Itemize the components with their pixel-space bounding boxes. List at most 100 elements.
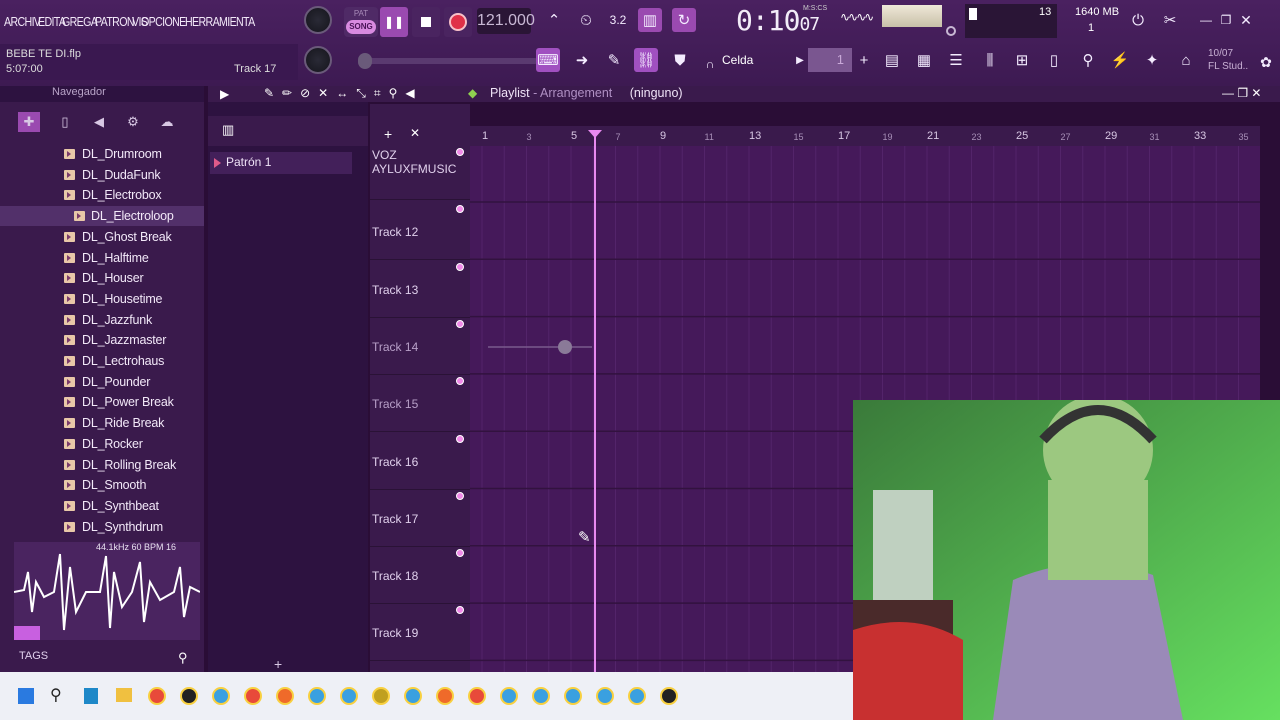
taskbar-app-icon[interactable]	[404, 687, 422, 705]
pattern-item[interactable]: Patrón 1	[210, 152, 352, 174]
search-icon[interactable]: ⚲	[178, 650, 194, 666]
add-pattern-plus-icon[interactable]: +	[274, 656, 282, 672]
taskbar-app-icon[interactable]	[372, 687, 390, 705]
task-view-icon[interactable]	[84, 688, 98, 704]
files-tab-icon[interactable]: ▯	[54, 112, 76, 132]
track-mute-icon[interactable]	[456, 549, 464, 558]
taskbar-app-icon[interactable]	[180, 687, 198, 705]
browser-item[interactable]: DL_Ride Break	[0, 413, 204, 433]
menu-file[interactable]: ARCHIV	[4, 14, 41, 29]
browser-item[interactable]: DL_DudaFunk	[0, 165, 204, 185]
typing-keyboard-icon[interactable]: ⌨	[536, 48, 560, 72]
taskbar-app-icon[interactable]	[276, 687, 294, 705]
stamp-icon[interactable]: ⛊	[668, 48, 692, 72]
track-header[interactable]: Track 12	[370, 203, 470, 261]
snap-selector[interactable]: Celda	[718, 48, 783, 72]
browser-item[interactable]: DL_Electrobox	[0, 185, 204, 205]
countdown-icon[interactable]: 3.2	[606, 8, 630, 32]
pat-song-toggle[interactable]: PAT SONG	[344, 7, 378, 37]
menu-tools[interactable]: HERRAMIENTA	[185, 14, 255, 29]
browser-item[interactable]: DL_Halftime	[0, 248, 204, 268]
browser-item[interactable]: DL_Houser	[0, 268, 204, 288]
taskbar-app-icon[interactable]	[468, 687, 486, 705]
taskbar-app-icon[interactable]	[212, 687, 230, 705]
taskbar-app-icon[interactable]	[596, 687, 614, 705]
menu-options[interactable]: OPCIONE	[141, 14, 186, 29]
browser-item[interactable]: DL_Smooth	[0, 475, 204, 495]
close-icon[interactable]: ✕	[1234, 8, 1258, 32]
file-explorer-icon[interactable]	[116, 688, 132, 702]
track-header[interactable]: VOZ AYLUXFMUSIC	[370, 146, 470, 200]
piano-roll-icon[interactable]: ▦	[912, 48, 936, 72]
taskbar-app-icon[interactable]	[532, 687, 550, 705]
track-header[interactable]: Track 14	[370, 318, 470, 375]
draw-tool-icon[interactable]: ✎	[602, 48, 626, 72]
song-position-slider[interactable]	[358, 53, 538, 69]
main-volume-knob[interactable]	[304, 6, 332, 34]
track-mute-icon[interactable]	[456, 434, 464, 443]
track-mute-icon[interactable]	[456, 148, 464, 156]
add-pattern-icon[interactable]: +	[852, 48, 876, 72]
step-edit-icon[interactable]: ▥	[638, 8, 662, 32]
browser-item[interactable]: DL_Rolling Break	[0, 455, 204, 475]
playlist-window-controls[interactable]: — ❐ ✕	[1222, 86, 1261, 100]
metronome-icon[interactable]: ⌃	[542, 8, 566, 32]
browser-view-icon[interactable]: ⊞	[1010, 48, 1034, 72]
plugin-icon[interactable]: ⚲	[1076, 48, 1100, 72]
shop-icon[interactable]: ⌂	[1174, 48, 1198, 72]
all-tab-icon[interactable]: ✚	[18, 112, 40, 132]
menu-patterns[interactable]: PATRON	[95, 14, 135, 29]
browser-item[interactable]: DL_Jazzmaster	[0, 330, 204, 350]
menu-add[interactable]: GREGA	[62, 14, 98, 29]
add-track-icon[interactable]: +	[384, 126, 392, 142]
browser-item[interactable]: DL_Ghost Break	[0, 227, 204, 247]
wait-input-icon[interactable]: ⏲	[574, 8, 598, 32]
windows-start-icon[interactable]	[18, 688, 34, 704]
track-mute-icon[interactable]	[456, 205, 464, 214]
track-header[interactable]: Track 17	[370, 490, 470, 547]
power-icon[interactable]: ⏻	[1126, 8, 1150, 32]
track-header[interactable]: Track 16	[370, 433, 470, 490]
browser-item[interactable]: DL_Synthbeat	[0, 496, 204, 516]
pattern-selector[interactable]: 1	[808, 48, 852, 72]
track-header[interactable]: Track 13	[370, 261, 470, 318]
track-mute-icon[interactable]	[456, 491, 464, 500]
loop-record-icon[interactable]: ↻	[672, 8, 696, 32]
tempo-display[interactable]: 121.000	[477, 8, 535, 34]
taskbar-app-icon[interactable]	[436, 687, 454, 705]
playlist-arrows-icon[interactable]: ◆	[468, 86, 477, 100]
taskbar-app-icon[interactable]	[148, 687, 166, 705]
browser-item[interactable]: DL_Electroloop	[0, 206, 204, 227]
speaker-tab-icon[interactable]: ◀	[88, 112, 110, 132]
plugin-tab-icon[interactable]: ⚙	[122, 112, 144, 132]
taskbar-app-icon[interactable]	[660, 687, 678, 705]
track-mute-icon[interactable]	[456, 377, 464, 386]
track-header[interactable]: Track 18	[370, 547, 470, 605]
taskbar-search-icon[interactable]: ⚲	[50, 685, 62, 705]
playlist-arrow-icon[interactable]: ➜	[570, 48, 594, 72]
help-icon[interactable]: ✦	[1140, 48, 1164, 72]
tempo-tapper-icon[interactable]: ⚡	[1108, 48, 1132, 72]
taskbar-app-icon[interactable]	[500, 687, 518, 705]
track-header[interactable]: Track 19	[370, 604, 470, 662]
track-mute-icon[interactable]	[456, 606, 464, 615]
track-mute-icon[interactable]	[456, 319, 464, 328]
browser-item[interactable]: DL_Synthdrum	[0, 517, 204, 537]
meter-knob[interactable]	[946, 26, 956, 36]
record-button[interactable]	[444, 7, 472, 37]
stop-button[interactable]	[412, 7, 440, 37]
taskbar-app-icon[interactable]	[308, 687, 326, 705]
mixer-icon[interactable]: ⫼	[978, 48, 1002, 72]
playlist-play-icon[interactable]: ▶	[220, 87, 229, 101]
playlist-tools[interactable]: ✎✏⊘✕↔⤡⌗⚲◀	[264, 86, 423, 101]
browser-item[interactable]: DL_Lectrohaus	[0, 351, 204, 371]
track-mute-icon[interactable]	[456, 262, 464, 271]
browser-item[interactable]: DL_Jazzfunk	[0, 310, 204, 330]
browser-item[interactable]: DL_Housetime	[0, 289, 204, 309]
link-icon[interactable]: ⛓	[634, 48, 658, 72]
track-header[interactable]: Track 15	[370, 375, 470, 433]
tools-icon[interactable]: ✂	[1158, 8, 1182, 32]
browser-item[interactable]: DL_Pounder	[0, 372, 204, 392]
main-pitch-knob[interactable]	[304, 46, 332, 74]
playhead[interactable]	[588, 130, 602, 672]
